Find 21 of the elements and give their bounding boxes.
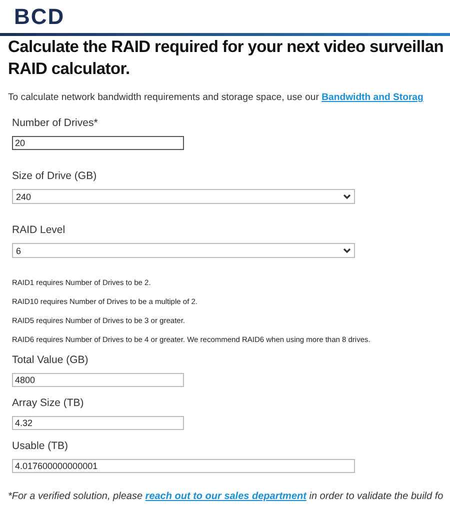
intro-text: To calculate network bandwidth requirements and storage space, use our Bandwidth and Storag	[8, 92, 424, 103]
footer-note: *For a verified solution, please reach out to our sales department in order to validate the build fo	[8, 491, 444, 502]
field-label: Number of Drives*	[12, 117, 98, 129]
field-label: Usable (TB)	[12, 440, 68, 452]
input-field[interactable]: 20	[12, 136, 184, 150]
input-field[interactable]: 4.017600000000001	[12, 459, 355, 473]
sales-link[interactable]: reach out to our sales department	[145, 491, 306, 502]
field-label: Array Size (TB)	[12, 397, 84, 409]
chevron-down-icon	[343, 194, 351, 200]
page-heading: Calculate the RAID required for your next video surveillan	[7, 37, 444, 58]
bandwidth-link[interactable]: Bandwidth and Storag	[322, 92, 424, 103]
logo[interactable]: BCD	[0, 0, 65, 30]
field-label: Total Value (GB)	[12, 354, 88, 366]
input-field[interactable]: 4800	[12, 373, 184, 387]
field-label: Size of Drive (GB)	[12, 170, 97, 182]
input-field[interactable]: 4.32	[12, 416, 184, 430]
page-heading: RAID calculator.	[7, 59, 130, 80]
field-label: RAID Level	[12, 224, 66, 236]
dropdown[interactable]: 240	[12, 189, 355, 204]
chevron-down-icon	[343, 248, 351, 254]
dropdown[interactable]: 6	[12, 243, 355, 258]
